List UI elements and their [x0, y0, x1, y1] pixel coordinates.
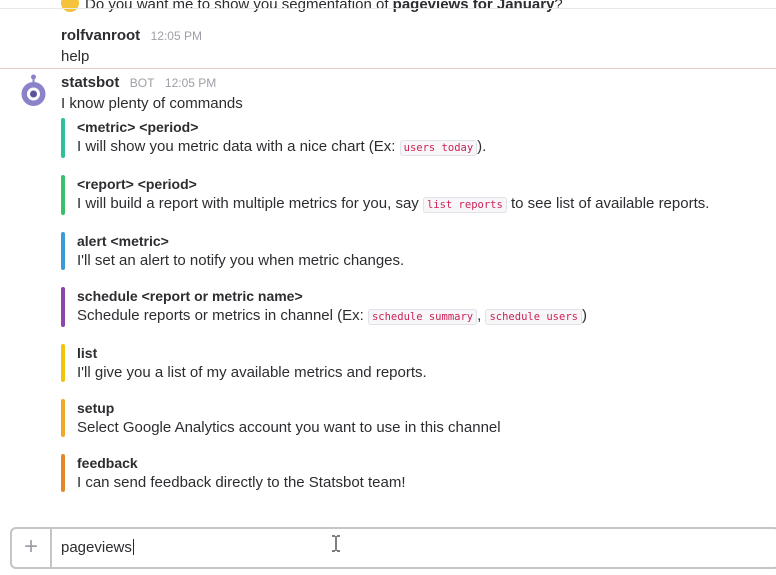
- attachment-color-bar: [61, 287, 65, 327]
- attachment-title: <report> <period>: [77, 176, 197, 192]
- attachment-schedule: schedule <report or metric name> Schedul…: [61, 287, 776, 327]
- divider: [0, 8, 776, 9]
- attachment-report-period: <report> <period> I will build a report …: [61, 175, 776, 215]
- message-text: help: [61, 48, 90, 65]
- sender-name[interactable]: rolfvanroot: [61, 27, 140, 44]
- ibeam-cursor-icon: [332, 535, 340, 552]
- message-text: ?: [554, 0, 563, 13]
- text-caret: [132, 539, 134, 555]
- attachment-text: Select Google Analytics account you want…: [77, 419, 501, 436]
- message-bold-text: pageviews for January: [392, 0, 555, 13]
- attachment-title: alert <metric>: [77, 233, 169, 249]
- sender-name[interactable]: statsbot: [61, 74, 119, 91]
- command-attachments: <metric> <period> I will show you metric…: [61, 118, 776, 492]
- attachment-text: I'll give you a list of my available met…: [77, 364, 427, 381]
- message-input-value: pageviews: [61, 539, 132, 556]
- attachment-alert: alert <metric> I'll set an alert to noti…: [61, 232, 776, 270]
- message-text: I know plenty of commands: [61, 95, 243, 112]
- attachment-text: Schedule reports or metrics in channel (…: [77, 307, 587, 325]
- bot-badge: BOT: [129, 76, 155, 90]
- attachment-title: setup: [77, 400, 115, 416]
- attachment-color-bar: [61, 399, 65, 437]
- message-text: Do you want me to show you segmentation …: [85, 0, 393, 13]
- previous-bot-message: Do you want me to show you segmentation …: [61, 0, 563, 13]
- user-message: rolfvanroot 12:05 PM help: [61, 27, 202, 65]
- attachment-color-bar: [61, 118, 65, 158]
- message-input[interactable]: pageviews: [61, 539, 761, 556]
- message-time[interactable]: 12:05 PM: [151, 29, 202, 43]
- attachment-title: list: [77, 345, 98, 361]
- attachment-color-bar: [61, 175, 65, 215]
- attachment-setup: setup Select Google Analytics account yo…: [61, 399, 776, 437]
- code-snippet: schedule users: [485, 309, 582, 325]
- code-snippet: schedule summary: [367, 309, 478, 325]
- attachment-title: schedule <report or metric name>: [77, 288, 303, 304]
- attachment-color-bar: [61, 454, 65, 492]
- attachment-text: I will show you metric data with a nice …: [77, 138, 487, 156]
- code-snippet: list reports: [422, 197, 507, 213]
- attachment-text: I can send feedback directly to the Stat…: [77, 474, 406, 491]
- attachment-text: I'll set an alert to notify you when met…: [77, 252, 405, 269]
- add-attachment-button[interactable]: +: [12, 529, 52, 567]
- attachment-title: <metric> <period>: [77, 119, 199, 135]
- message-time[interactable]: 12:05 PM: [165, 76, 216, 90]
- attachment-text: I will build a report with multiple metr…: [77, 195, 710, 213]
- statsbot-avatar-icon[interactable]: [20, 74, 47, 108]
- code-snippet: users today: [399, 140, 478, 156]
- attachment-feedback: feedback I can send feedback directly to…: [61, 454, 776, 492]
- attachment-list: list I'll give you a list of my availabl…: [61, 344, 776, 382]
- thinking-emoji-icon: [61, 0, 79, 12]
- bot-message: statsbot BOT 12:05 PM I know plenty of c…: [61, 74, 776, 509]
- new-messages-divider: [0, 68, 776, 69]
- attachment-color-bar: [61, 344, 65, 382]
- attachment-color-bar: [61, 232, 65, 270]
- attachment-metric-period: <metric> <period> I will show you metric…: [61, 118, 776, 158]
- message-composer[interactable]: + pageviews: [10, 527, 776, 569]
- attachment-title: feedback: [77, 455, 138, 471]
